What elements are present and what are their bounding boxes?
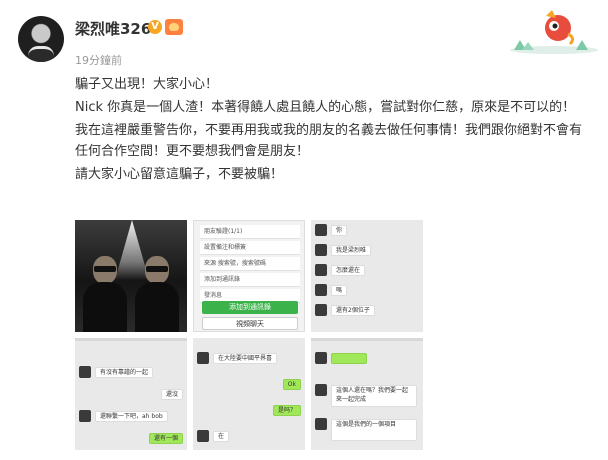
- post-line: 我在這裡嚴重警告你，不要再用我或我的朋友的名義去做任何事情！我們跟你絕對不會有任…: [75, 123, 583, 159]
- form-row: 設置備注和標簽: [200, 241, 300, 255]
- form-row: 來源 搜索號，搜索號碼: [200, 257, 300, 271]
- post-line: 騙子又出現！大家小心！: [75, 77, 219, 92]
- screenshot-thumbnail[interactable]: 朋友驗證(1/1) 設置備注和標簽 來源 搜索號，搜索號碼 添加到通訊錄 發消息…: [193, 220, 305, 332]
- video-call-button: 視頻聊天: [202, 317, 298, 330]
- chat-message: 還有一個: [148, 432, 183, 446]
- chat-message: Ok: [282, 378, 301, 392]
- add-contact-button: 添加到通訊錄: [202, 301, 298, 314]
- screenshot-thumbnail[interactable]: 你 我是梁烈唯 怎麼還在 嗎 還有2個位子: [311, 220, 423, 332]
- verified-icon: V: [148, 20, 162, 34]
- username[interactable]: 梁烈唯326: [75, 18, 151, 39]
- weibo-mascot-icon: [510, 10, 598, 54]
- screenshot-thumbnail[interactable]: 這個人還在嗎？我們要一起來一起完成 這個是我們的一個項目: [311, 338, 423, 450]
- screenshot-thumbnail[interactable]: 在大陸要中國平界喜 Ok 是吗？ 在: [193, 338, 305, 450]
- photo-thumbnail[interactable]: [75, 220, 187, 332]
- screenshot-thumbnail[interactable]: 有沒有靠譜的一起 還沒 還聯繫一下吧，ah bob 還有一個: [75, 338, 187, 450]
- user-avatar[interactable]: [18, 16, 64, 62]
- person-figure: [135, 256, 179, 332]
- post-line: 請大家小心留意這騙子，不要被騙！: [75, 167, 284, 182]
- post-time[interactable]: 19分鐘前: [75, 52, 122, 68]
- post-body: 騙子又出現！大家小心！ Nick 你真是一個人渣！本著得饒人處且饒人的心態，嘗試…: [75, 74, 590, 187]
- post-line: Nick 你真是一個人渣！本著得饒人處且饒人的心態，嘗試對你仁慈，原來是不可以的…: [75, 100, 576, 115]
- form-row: 朋友驗證(1/1): [200, 225, 300, 239]
- form-row: 添加到通訊錄: [200, 273, 300, 287]
- chat-message: 這個是我們的一個項目: [315, 418, 419, 442]
- chat-message: 是吗？: [272, 404, 301, 418]
- divider: [311, 338, 423, 341]
- person-figure: [83, 256, 127, 332]
- chat-message: 這個人還在嗎？我們要一起來一起完成: [315, 384, 419, 408]
- fans-icon[interactable]: [165, 19, 183, 35]
- divider: [75, 338, 187, 341]
- chat-message: 還沒: [160, 388, 183, 402]
